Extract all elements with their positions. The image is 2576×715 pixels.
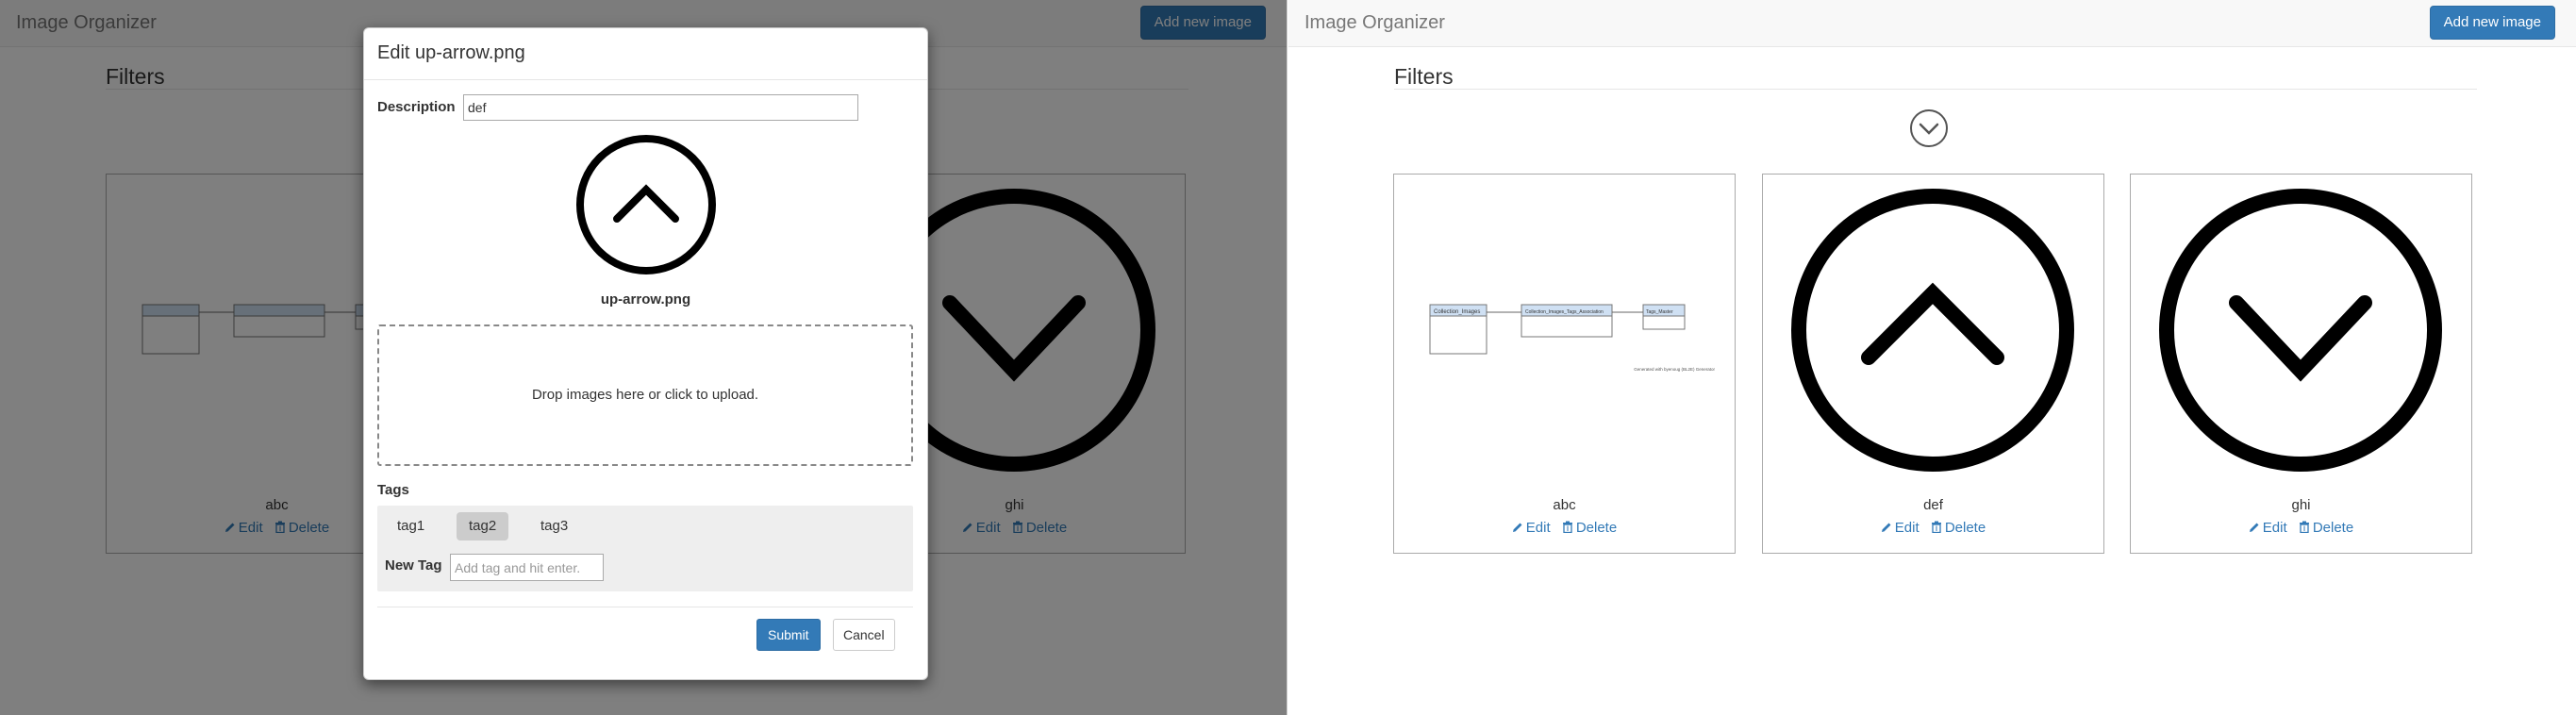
pencil-icon [2249,523,2259,532]
delete-label: Delete [1944,520,1986,536]
description-input[interactable] [463,94,858,121]
image-card-ghi: ghi Edit Delete [2130,174,2472,554]
image-actions: Edit Delete [2131,520,2471,536]
image-caption: def [1923,497,1943,513]
image-card-def: def Edit Delete [1762,174,2104,554]
submit-button[interactable]: Submit [756,619,821,651]
tags-panel: tag1 tag2 tag3 New Tag [377,506,913,591]
left-pane: Image Organizer Add new image Filters ab… [0,0,1288,715]
delete-link[interactable]: Delete [1931,520,1986,536]
edit-label: Edit [2262,520,2287,536]
diagram-box-label: Collection_Images [1434,309,1480,315]
right-pane: Image Organizer Add new image Filters Co… [1288,0,2576,715]
edit-image-modal: Edit up-arrow.png Description up-arrow.p… [363,27,928,680]
edit-label: Edit [1525,520,1551,536]
upload-dropzone[interactable]: Drop images here or click to upload. [377,324,913,466]
delete-link[interactable]: Delete [1562,520,1617,536]
modal-title: Edit up-arrow.png [377,42,525,63]
tags-label: Tags [377,482,409,498]
image-card-abc: Collection_Images Collection_Images_Tags… [1393,174,1736,554]
trash-icon [1562,521,1572,534]
preview-filename: up-arrow.png [600,291,691,308]
diagram-box-label: Tags_Master [1646,309,1673,315]
pencil-icon [1512,523,1522,532]
new-tag-input[interactable] [450,554,604,581]
screen: Image Organizer Add new image Filters ab… [0,0,2576,715]
edit-link[interactable]: Edit [2249,520,2287,536]
cancel-button[interactable]: Cancel [833,619,895,651]
description-label: Description [377,99,456,115]
delete-label: Delete [2312,520,2354,536]
image-caption: abc [1553,497,1576,513]
pencil-icon [1881,523,1891,532]
image-actions: Edit Delete [1763,520,2103,536]
delete-link[interactable]: Delete [2299,520,2353,536]
delete-label: Delete [1575,520,1618,536]
down-arrow-image[interactable] [2131,175,2471,491]
divider [1394,89,2477,90]
edit-link[interactable]: Edit [1881,520,1920,536]
diagram-box-label: Collection_Images_Tags_Association [1525,309,1604,315]
trash-icon [1931,521,1941,534]
image-preview [573,132,719,277]
modal-header: Edit up-arrow.png [364,28,927,80]
filters-title: Filters [1394,64,1454,89]
trash-icon [2299,521,2309,534]
image-actions: Edit Delete [1394,520,1735,536]
diagram-image[interactable]: Collection_Images Collection_Images_Tags… [1394,175,1735,491]
edit-label: Edit [1894,520,1920,536]
image-caption: ghi [2291,497,2311,513]
brand[interactable]: Image Organizer [1305,12,1445,34]
new-tag-label: New Tag [385,557,442,574]
tag-tag2[interactable]: tag2 [457,512,509,540]
diagram-footnote: Generated with byenoug (BL2E) Generator [1634,367,1715,372]
up-arrow-image[interactable] [1763,175,2103,491]
edit-link[interactable]: Edit [1512,520,1551,536]
dropzone-text: Drop images here or click to upload. [531,387,759,403]
chevron-down-circle-icon[interactable] [1909,108,1949,148]
add-new-image-button[interactable]: Add new image [2429,6,2555,40]
tag-tag3[interactable]: tag3 [528,512,580,540]
tag-tag1[interactable]: tag1 [385,512,437,540]
navbar: Image Organizer Add new image [1288,0,2576,47]
